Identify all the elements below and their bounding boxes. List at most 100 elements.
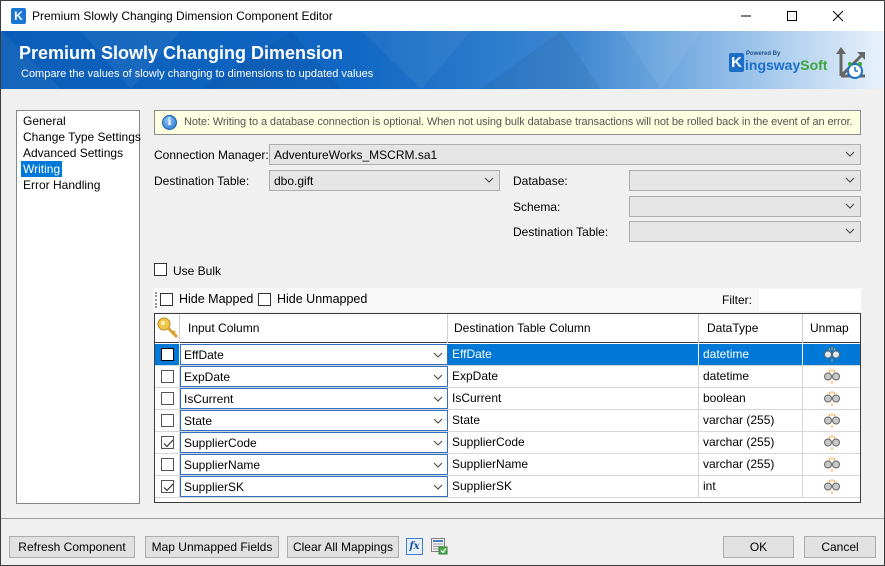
- hide-unmapped-checkbox[interactable]: [258, 293, 271, 306]
- unmap-icon: [824, 413, 840, 428]
- chevron-down-icon: [433, 462, 443, 468]
- key-checkbox[interactable]: [161, 370, 174, 383]
- database-select[interactable]: [629, 170, 861, 191]
- schema-label: Schema:: [513, 200, 561, 214]
- use-bulk-label: Use Bulk: [173, 264, 222, 278]
- nav-item-general[interactable]: General: [21, 113, 68, 129]
- key-cell: [155, 432, 180, 453]
- filter-label: Filter:: [722, 293, 752, 307]
- input-column-select[interactable]: SupplierName: [180, 454, 448, 475]
- minimize-button[interactable]: [723, 1, 769, 31]
- table-row[interactable]: SupplierSK SupplierSK int: [155, 476, 860, 498]
- banner-title: Premium Slowly Changing Dimension: [19, 43, 344, 63]
- toolbar-grip[interactable]: [155, 292, 157, 308]
- datatype-cell: varchar (255): [699, 410, 803, 431]
- header-destination-column[interactable]: Destination Table Column: [448, 314, 699, 343]
- filter-input[interactable]: [759, 289, 861, 311]
- nav-item-advanced-settings[interactable]: Advanced Settings: [21, 145, 125, 161]
- clear-all-mappings-button[interactable]: Clear All Mappings: [287, 536, 399, 558]
- key-checkbox[interactable]: [161, 414, 174, 427]
- mapping-table-icon[interactable]: [431, 538, 448, 555]
- expression-fx-icon[interactable]: fx: [406, 538, 423, 555]
- header-datatype[interactable]: DataType: [699, 314, 803, 343]
- input-column-value: IsCurrent: [184, 392, 234, 406]
- nav-item-writing[interactable]: Writing: [21, 161, 63, 177]
- table-row[interactable]: IsCurrent IsCurrent boolean: [155, 388, 860, 410]
- unmap-button[interactable]: [803, 432, 860, 453]
- unmap-button[interactable]: [803, 344, 860, 365]
- schema-select[interactable]: [629, 196, 861, 217]
- cancel-button[interactable]: Cancel: [804, 536, 876, 558]
- kingswaysoft-k-icon: K: [11, 8, 26, 24]
- destination-table-select[interactable]: dbo.gift: [269, 170, 500, 191]
- input-column-select[interactable]: SupplierCode: [180, 432, 448, 453]
- header-key: [155, 314, 180, 343]
- key-checkbox[interactable]: [161, 392, 174, 405]
- footer-divider: [1, 518, 884, 519]
- nav-item-error-handling[interactable]: Error Handling: [21, 177, 102, 193]
- chevron-down-icon: [433, 396, 443, 402]
- hide-mapped-label: Hide Mapped: [179, 292, 254, 306]
- key-checkbox[interactable]: [161, 458, 174, 471]
- input-column-value: SupplierSK: [184, 480, 245, 494]
- unmap-button[interactable]: [803, 476, 860, 497]
- input-column-select[interactable]: IsCurrent: [180, 388, 448, 409]
- refresh-component-button[interactable]: Refresh Component: [9, 536, 135, 558]
- unmap-icon: [824, 369, 840, 384]
- destination-column-cell: ExpDate: [448, 366, 699, 387]
- unmap-button[interactable]: [803, 454, 860, 475]
- input-column-select[interactable]: SupplierSK: [180, 476, 448, 497]
- bulk-destination-table-select[interactable]: [629, 221, 861, 242]
- destination-table-value: dbo.gift: [274, 174, 314, 188]
- chevron-down-icon: [484, 177, 494, 183]
- input-column-select[interactable]: State: [180, 410, 448, 431]
- table-row[interactable]: SupplierName SupplierName varchar (255): [155, 454, 860, 476]
- key-checkbox[interactable]: [161, 436, 174, 449]
- maximize-button[interactable]: [769, 1, 815, 31]
- unmap-button[interactable]: [803, 388, 860, 409]
- input-column-value: ExpDate: [184, 370, 231, 384]
- table-row[interactable]: State State varchar (255): [155, 410, 860, 432]
- unmap-button[interactable]: [803, 410, 860, 431]
- unmap-button[interactable]: [803, 366, 860, 387]
- input-column-value: State: [184, 414, 213, 428]
- use-bulk-checkbox[interactable]: [154, 263, 167, 276]
- unmap-icon: [824, 347, 840, 362]
- destination-column-cell: SupplierSK: [448, 476, 699, 497]
- minimize-icon: [741, 15, 751, 17]
- chevron-down-icon: [845, 151, 855, 157]
- table-row[interactable]: ExpDate ExpDate datetime: [155, 366, 860, 388]
- header-input-column[interactable]: Input Column: [180, 314, 448, 343]
- editor-window: K Premium Slowly Changing Dimension Comp…: [0, 0, 885, 566]
- map-unmapped-fields-button[interactable]: Map Unmapped Fields: [145, 536, 279, 558]
- header-unmap[interactable]: Unmap: [803, 314, 860, 343]
- ok-button[interactable]: OK: [723, 536, 794, 558]
- destination-column-cell: IsCurrent: [448, 388, 699, 409]
- database-label: Database:: [513, 174, 568, 188]
- input-column-select[interactable]: ExpDate: [180, 366, 448, 387]
- destination-column-cell: EffDate: [448, 344, 699, 365]
- unmap-icon: [824, 435, 840, 450]
- close-button[interactable]: [815, 1, 861, 31]
- input-column-select[interactable]: EffDate: [180, 344, 448, 365]
- key-checkbox[interactable]: [161, 348, 174, 361]
- close-icon: [832, 10, 844, 22]
- connection-manager-select[interactable]: AdventureWorks_MSCRM.sa1: [269, 144, 861, 165]
- logo-name: ingswaySoft: [745, 57, 827, 73]
- table-row[interactable]: EffDate EffDate datetime: [155, 344, 860, 366]
- hide-mapped-checkbox[interactable]: [160, 293, 173, 306]
- chevron-down-icon: [433, 440, 443, 446]
- table-row[interactable]: SupplierCode SupplierCode varchar (255): [155, 432, 860, 454]
- unmap-icon: [824, 391, 840, 406]
- grid-toolbar: Hide Mapped Hide Unmapped Filter:: [153, 288, 861, 312]
- note-text: Note: Writing to a database connection i…: [184, 116, 853, 128]
- nav-item-change-type-settings[interactable]: Change Type Settings: [21, 129, 143, 145]
- key-checkbox[interactable]: [161, 480, 174, 493]
- connection-manager-value: AdventureWorks_MSCRM.sa1: [274, 148, 438, 162]
- unmap-icon: [824, 479, 840, 494]
- datatype-cell: int: [699, 476, 803, 497]
- connection-manager-label: Connection Manager:: [154, 148, 269, 162]
- checkmark-icon: [163, 439, 174, 448]
- destination-column-cell: SupplierName: [448, 454, 699, 475]
- key-cell: [155, 366, 180, 387]
